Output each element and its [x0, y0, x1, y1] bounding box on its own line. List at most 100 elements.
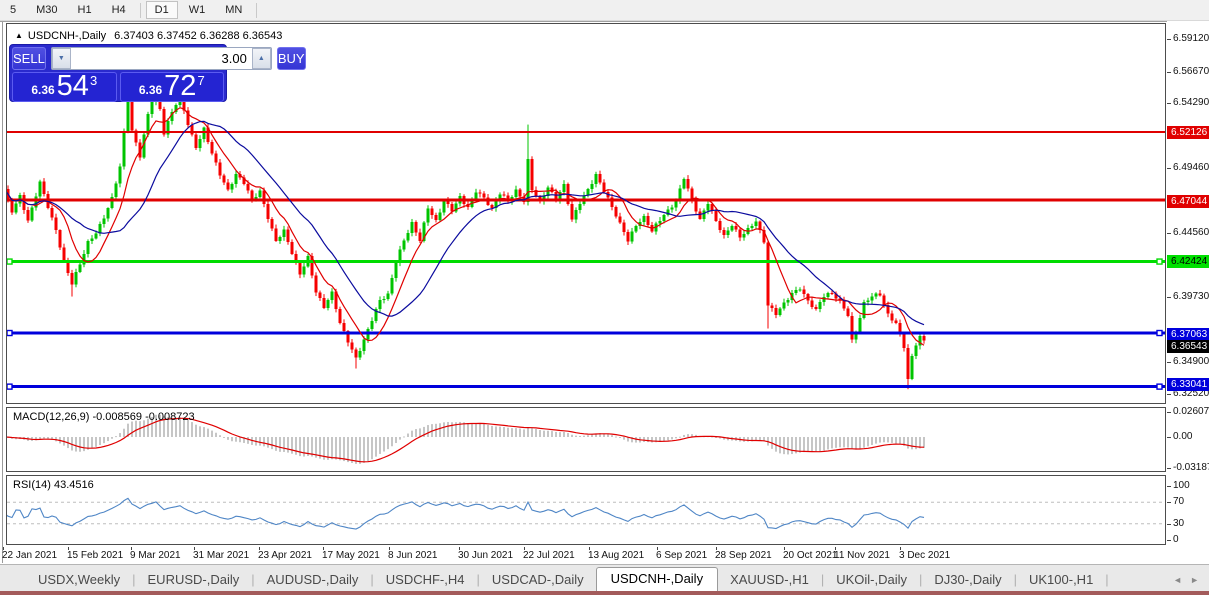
date-label: 15 Feb 2021 — [67, 550, 124, 561]
price-line-label[interactable]: 6.36543 — [1167, 340, 1209, 354]
rsi-chart — [7, 497, 1165, 530]
sell-button[interactable]: SELL — [12, 47, 46, 70]
tab-separator: | — [1105, 572, 1109, 587]
rsi-tick-dash — [1167, 540, 1171, 541]
tab-dj30-daily[interactable]: DJ30-,Daily — [922, 569, 1013, 591]
macd-panel[interactable]: MACD(12,26,9) -0.008569 -0.008723 — [6, 407, 1166, 472]
price-line-label[interactable]: 6.52126 — [1167, 125, 1209, 139]
date-label: 31 Mar 2021 — [193, 550, 250, 561]
price-tick-dash — [1167, 71, 1171, 73]
timeframe-mn[interactable]: MN — [216, 1, 251, 19]
tab-usdcad-daily[interactable]: USDCAD-,Daily — [480, 569, 596, 591]
timeframe-h1[interactable]: H1 — [69, 1, 101, 19]
buy-price-big: 72 — [164, 70, 197, 102]
date-label: 22 Jul 2021 — [523, 550, 575, 561]
sell-price-big: 54 — [56, 70, 89, 102]
rsi-tick-label: 100 — [1173, 480, 1190, 491]
buy-button[interactable]: BUY — [276, 47, 306, 70]
tab-usdx-weekly[interactable]: USDX,Weekly — [26, 569, 132, 591]
rsi-tick-dash — [1167, 486, 1171, 487]
macd-tick-dash — [1167, 467, 1171, 469]
date-label: 3 Dec 2021 — [899, 550, 951, 561]
rsi-panel[interactable]: RSI(14) 43.4516 — [6, 475, 1166, 545]
sell-price-sup: 3 — [89, 73, 98, 88]
timeframe-toolbar: 5 M30 H1 H4 D1 W1 MN — [0, 0, 1209, 21]
macd-tick-label: -0.031872 — [1173, 461, 1209, 473]
toolbar-separator — [256, 2, 258, 18]
price-tick-label: 6.54290 — [1173, 97, 1209, 109]
timeframe-m30[interactable]: M30 — [27, 1, 66, 19]
price-line-label[interactable]: 6.47044 — [1167, 195, 1209, 209]
buy-price-box[interactable]: 6.36 72 7 — [119, 70, 224, 102]
chart-symbol-label: USDCNH-,Daily — [27, 30, 107, 42]
timeframe-w1[interactable]: W1 — [180, 1, 215, 19]
tab-uk100-h1[interactable]: UK100-,H1 — [1017, 569, 1105, 591]
date-label: 20 Oct 2021 — [783, 550, 838, 561]
main-chart-panel[interactable]: ▲ USDCNH-,Daily 6.37403 6.37452 6.36288 6.… — [6, 23, 1166, 404]
rsi-tick-dash — [1167, 502, 1171, 504]
volume-input[interactable] — [70, 48, 252, 69]
date-label: 8 Jun 2021 — [388, 550, 438, 561]
price-line-label[interactable]: 6.33041 — [1167, 378, 1209, 392]
price-tick-label: 6.49460 — [1173, 161, 1209, 173]
tab-xauusd-h1[interactable]: XAUUSD-,H1 — [718, 569, 821, 591]
one-click-trading-panel: SELL ▼ ▲ BUY 6.36543 6.36727 — [9, 44, 306, 102]
buy-price-small: 6.36 — [138, 83, 163, 97]
price-tick-dash — [1167, 167, 1171, 169]
price-tick-label: 6.39730 — [1173, 291, 1209, 303]
chart-title: ▲ USDCNH-,Daily 6.37403 6.37452 6.36288 6.… — [15, 30, 282, 42]
tab-scroll-right-icon[interactable]: ► — [1190, 575, 1199, 585]
volume-decrease-button[interactable]: ▼ — [51, 48, 71, 69]
bottom-strip — [0, 591, 1209, 595]
date-label: 23 Apr 2021 — [258, 550, 312, 561]
sell-price-box[interactable]: 6.36 54 3 — [12, 72, 117, 102]
price-line-label[interactable]: 6.42424 — [1167, 255, 1209, 269]
price-tick-label: 6.34900 — [1173, 355, 1209, 367]
tab-scroll-nav: ◄ ► — [1173, 575, 1209, 591]
price-line-label[interactable]: 6.37063 — [1167, 327, 1209, 341]
date-label: 30 Jun 2021 — [458, 550, 514, 561]
date-label: 22 Jan 2021 — [2, 550, 58, 561]
price-tick-dash — [1167, 233, 1171, 235]
toolbar-separator — [139, 2, 141, 18]
tab-usdchf-h4[interactable]: USDCHF-,H4 — [374, 569, 477, 591]
date-label: 17 May 2021 — [322, 550, 380, 561]
rsi-tick-label: 30 — [1173, 517, 1185, 529]
tab-audusd-daily[interactable]: AUDUSD-,Daily — [255, 569, 371, 591]
sell-price-small: 6.36 — [31, 83, 55, 97]
tab-scroll-left-icon[interactable]: ◄ — [1173, 575, 1182, 585]
macd-label: MACD(12,26,9) -0.008569 -0.008723 — [13, 411, 195, 423]
date-label: 9 Mar 2021 — [130, 550, 181, 561]
tabs-container: USDX,Weekly | EURUSD-,Daily | AUDUSD-,Daily |… — [0, 567, 1173, 591]
price-tick-label: 6.59120 — [1173, 33, 1209, 44]
tab-usdcnh-daily[interactable]: USDCNH-,Daily — [595, 567, 719, 591]
rsi-tick-label: 70 — [1173, 496, 1185, 508]
date-label: 11 Nov 2021 — [834, 550, 890, 561]
timeframe-h4[interactable]: H4 — [103, 1, 135, 19]
date-label: 13 Aug 2021 — [588, 550, 645, 561]
volume-increase-button[interactable]: ▲ — [251, 48, 271, 69]
collapse-panel-icon[interactable]: ▲ — [15, 31, 23, 40]
date-axis[interactable]: 22 Jan 2021 15 Feb 2021 9 Mar 2021 31 Mar 2… — [2, 547, 1166, 563]
triangle-down-icon: ▼ — [57, 55, 65, 62]
chart-tab-bar: USDX,Weekly | EURUSD-,Daily | AUDUSD-,Daily |… — [0, 564, 1209, 591]
price-axis[interactable]: 6.591206.566706.542906.518406.494606.445… — [1167, 21, 1209, 563]
timeframe-d1[interactable]: D1 — [145, 1, 178, 19]
price-tick-dash — [1167, 39, 1171, 40]
window-left-edge — [2, 22, 3, 563]
price-tick-dash — [1167, 393, 1171, 395]
rsi-tick-label: 0 — [1173, 534, 1179, 545]
rsi-tick-dash — [1167, 523, 1171, 525]
timeframe-5[interactable]: 5 — [1, 1, 25, 19]
tab-ukoil-daily[interactable]: UKOil-,Daily — [824, 569, 919, 591]
chart-ohlc-values: 6.37403 6.37452 6.36288 6.36543 — [114, 30, 283, 42]
volume-stepper: ▼ ▲ — [50, 47, 272, 70]
tab-eurusd-daily[interactable]: EURUSD-,Daily — [136, 569, 252, 591]
buy-price-sup: 7 — [197, 73, 205, 88]
date-label: 6 Sep 2021 — [656, 550, 708, 561]
mt4-window: 5 M30 H1 H4 D1 W1 MN ▲ USDCNH-,Daily 6.37403 6.3… — [0, 0, 1209, 595]
price-tick-dash — [1167, 103, 1171, 105]
macd-tick-dash — [1167, 437, 1171, 438]
triangle-up-icon: ▲ — [257, 55, 265, 62]
macd-tick-label: 0.00 — [1173, 431, 1193, 442]
